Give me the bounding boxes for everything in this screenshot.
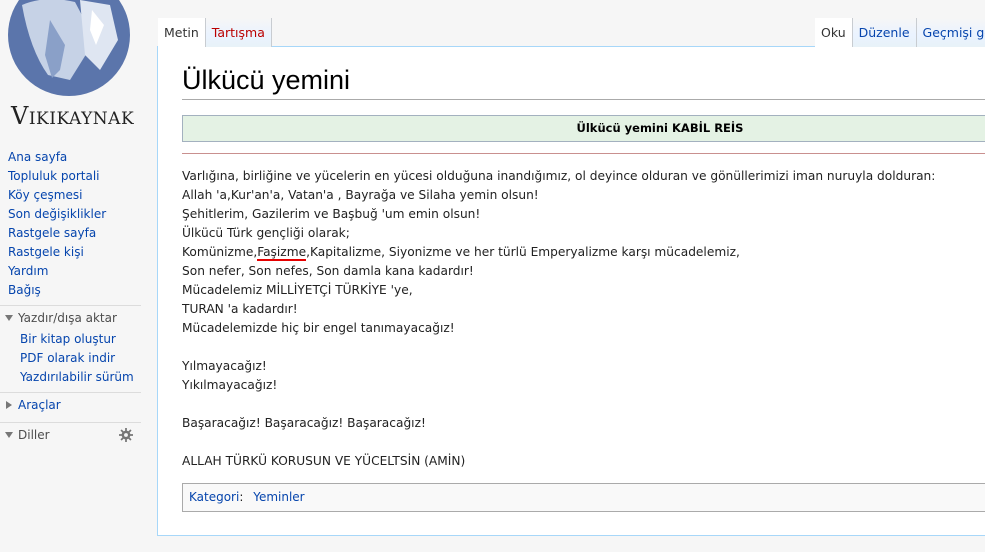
tab-view-history[interactable]: Geçmişi gör [916, 18, 985, 47]
nav-item-main-page[interactable]: Ana sayfa [8, 148, 150, 167]
category-label[interactable]: Kategori [189, 490, 239, 504]
tab-text[interactable]: Metin [158, 18, 206, 47]
content-area: Ülkücü yemini Ülkücü yemini KABİL REİS V… [157, 46, 985, 536]
misspelled-word[interactable]: Faşizme [257, 245, 306, 259]
header-divider [182, 153, 985, 154]
text-line: TURAN 'a kadardır! [182, 302, 298, 316]
nav-item-recent-changes[interactable]: Son değişiklikler [8, 205, 150, 224]
vikikaynak-globe-icon [8, 0, 130, 96]
text-line: Varlığına, birliğine ve yücelerin en yüc… [182, 169, 936, 183]
expanded-triangle-icon [5, 432, 13, 438]
category-box: Kategori: Yeminler [182, 483, 985, 512]
header-box: Ülkücü yemini KABİL REİS [182, 115, 985, 142]
text-line: Yıkılmayacağız! [182, 378, 278, 392]
navigation-list: Ana sayfa Topluluk portali Köy çeşmesi S… [0, 148, 150, 300]
text-line: Allah 'a,Kur'an'a, Vatan'a , Bayrağa ve … [182, 188, 539, 202]
site-wordmark: VIKIKAYNAK [11, 102, 135, 130]
nav-item-random-page[interactable]: Rastgele sayfa [8, 224, 150, 243]
text-line: Son nefer, Son nefes, Son damla kana kad… [182, 264, 474, 278]
text-line: Yılmayacağız! [182, 359, 267, 373]
languages-portlet: Diller [0, 422, 141, 447]
site-logo[interactable]: VIKIKAYNAK [0, 0, 158, 140]
download-pdf-link[interactable]: PDF olarak indir [20, 349, 141, 368]
category-link-yeminler[interactable]: Yeminler [253, 490, 304, 504]
nav-item-village-pump[interactable]: Köy çeşmesi [8, 186, 150, 205]
gear-icon[interactable] [119, 428, 133, 442]
sidebar: Ana sayfa Topluluk portali Köy çeşmesi S… [0, 148, 150, 447]
text-line: ALLAH TÜRKÜ KORUSUN VE YÜCELTSİN (AMİN) [182, 454, 466, 468]
text-line: Mücadelemiz MİLLİYETÇİ TÜRKİYE 'ye, [182, 283, 413, 297]
tab-edit[interactable]: Düzenle [852, 18, 917, 47]
oath-text: Varlığına, birliğine ve yücelerin en yüc… [182, 167, 935, 471]
nav-item-donate[interactable]: Bağış [8, 281, 150, 300]
nav-item-help[interactable]: Yardım [8, 262, 150, 281]
create-book-link[interactable]: Bir kitap oluştur [20, 330, 141, 349]
view-tabs: Oku Düzenle Geçmişi gör [815, 18, 985, 47]
text-line: Mücadelemizde hiç bir engel tanımayacağı… [182, 321, 455, 335]
tab-read[interactable]: Oku [815, 18, 853, 47]
expanded-triangle-icon [5, 315, 13, 321]
text-line: Komünizme,Faşizme,Kapitalizme, Siyonizme… [182, 245, 740, 259]
text-line: Şehitlerim, Gazilerim ve Başbuğ 'um emin… [182, 207, 481, 221]
title-divider [182, 99, 985, 100]
collapsed-triangle-icon [6, 401, 12, 409]
tools-toggle[interactable]: Araçlar [0, 393, 141, 417]
nav-item-random-author[interactable]: Rastgele kişi [8, 243, 150, 262]
print-export-toggle[interactable]: Yazdır/dışa aktar [0, 306, 141, 330]
namespace-tabs: Metin Tartışma [158, 18, 272, 47]
tools-portlet: Araçlar [0, 392, 141, 417]
printable-version-link[interactable]: Yazdırılabilir sürüm [20, 368, 141, 387]
nav-item-community-portal[interactable]: Topluluk portali [8, 167, 150, 186]
tab-talk[interactable]: Tartışma [205, 18, 272, 47]
text-line: Ülkücü Türk gençliği olarak; [182, 226, 350, 240]
print-export-portlet: Yazdır/dışa aktar Bir kitap oluştur PDF … [0, 305, 141, 387]
page-title: Ülkücü yemini [182, 65, 351, 95]
category-colon: : [239, 490, 244, 504]
text-line: Başaracağız! Başaracağız! Başaracağız! [182, 416, 426, 430]
